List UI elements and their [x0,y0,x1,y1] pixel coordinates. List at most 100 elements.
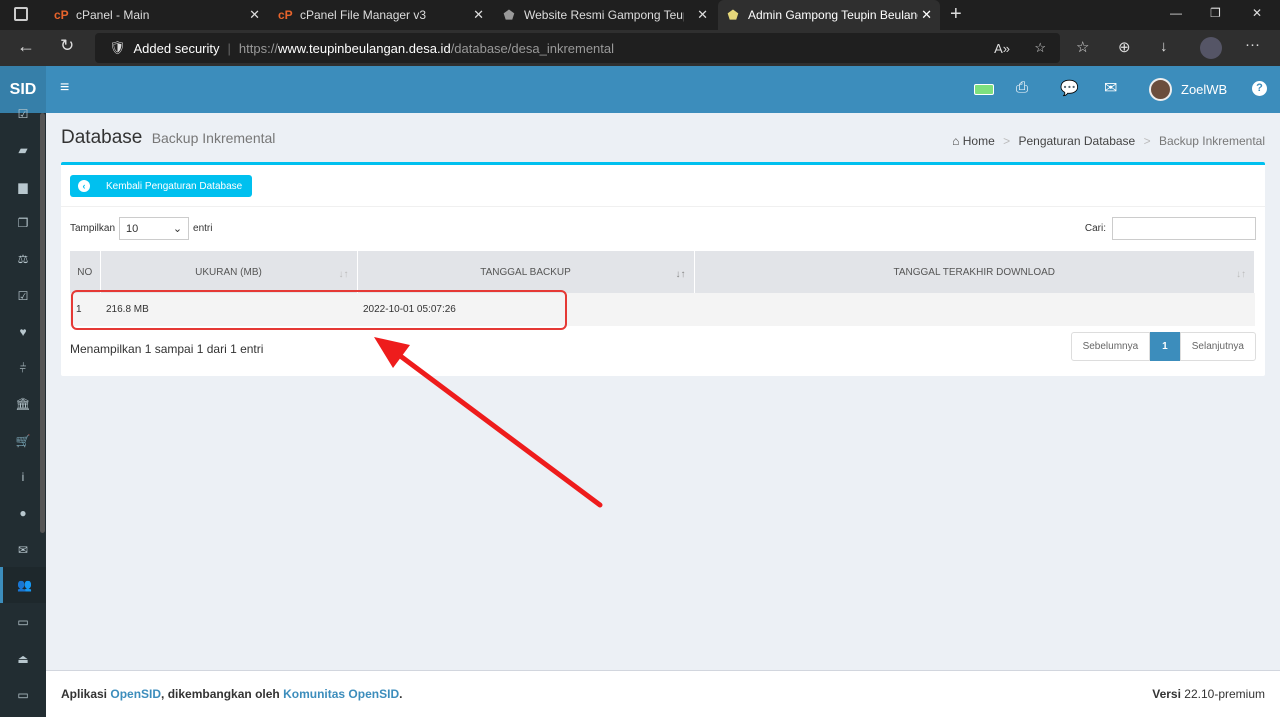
close-window-icon[interactable]: ✕ [1252,6,1262,20]
check-square-icon[interactable]: ☑ [0,286,46,306]
search-label: Cari: [1084,223,1106,234]
page-length-select[interactable]: 10 ⌄ [119,217,190,240]
prev-page-button[interactable]: Sebelumnya [1070,332,1151,361]
community-link[interactable]: Komunitas OpenSID [283,687,399,701]
tab-cpanel-main[interactable]: cP cPanel - Main ✕ [46,0,268,30]
menu-toggle-icon[interactable]: ≡ [60,79,69,97]
backup-box: ‹ Kembali Pengaturan Database Tampilkan … [61,162,1265,376]
archive-icon[interactable]: ▆ [0,177,46,197]
breadcrumb-database[interactable]: Pengaturan Database [1018,134,1135,148]
close-tab-icon[interactable]: ✕ [697,7,708,23]
profile-avatar[interactable] [1200,37,1222,59]
search-control: Cari: [1085,217,1256,240]
back-button-label: Kembali Pengaturan Database [106,180,243,192]
home-icon: ⌂ [952,134,960,148]
highlight-box [71,290,567,330]
address-bar-row: ← ↻ 🛡 Added security | https://www.teupi… [0,30,1280,66]
page-length-control: Tampilkan 10 ⌄ entri [70,217,212,240]
mail-icon[interactable]: ✉ [1104,78,1117,98]
back-icon[interactable]: ← [17,36,35,57]
balance-scale-icon[interactable]: ⚖ [0,249,46,269]
page-subtitle: Backup Inkremental [151,130,276,146]
cpanel-icon: cP [54,8,69,22]
browser-tab-bar: cP cPanel - Main ✕ cP cPanel File Manager v… [0,0,1280,30]
sort-icon: ↓↑ [338,269,349,280]
collections-icon[interactable]: ⊕ [1118,38,1131,56]
comment-icon[interactable]: 💬 [1060,79,1079,97]
envelope-icon[interactable]: ✉ [0,540,46,560]
url-domain: www.teupinbeulangan.desa.id [277,40,451,56]
column-label: TANGGAL BACKUP [480,266,571,278]
chevron-down-icon: ⌄ [172,223,183,235]
shield-icon: 🛡 [109,40,126,55]
tab-website-resmi[interactable]: ⬟ Website Resmi Gampong Teupin ✕ [494,0,716,30]
breadcrumb: ⌂ Home > Pengaturan Database > Backup In… [952,134,1265,148]
new-tab-icon[interactable]: + [950,3,962,26]
book-icon[interactable]: ▰ [0,140,46,160]
copy-icon[interactable]: ❐ [0,213,46,233]
entries-label: entri [193,223,213,234]
breadcrumb-home[interactable]: Home [963,134,995,148]
close-tab-icon[interactable]: ✕ [473,7,484,23]
globe-icon[interactable]: ● [0,503,46,523]
cart-icon[interactable]: 🛒 [0,431,46,451]
tab-label: cPanel - Main [76,8,150,22]
page-title: Database [61,127,143,148]
show-label: Tampilkan [70,223,116,234]
help-icon[interactable]: ? [1252,81,1267,96]
table-info: Menampilkan 1 sampai 1 dari 1 entri [70,342,264,356]
favorites-icon[interactable]: ☆ [1076,38,1089,56]
version: Versi 22.10-premium [1152,687,1265,701]
user-name[interactable]: ZoelWB [1181,82,1227,97]
sidebar: ☑ ▰ ▆ ❐ ⚖ ☑ ♥ ⫩ 🏛 🛒 i ● ✉ 👥 ▭ ⏏ ▭ [0,107,46,717]
battery-icon[interactable] [974,84,994,95]
inbox-icon[interactable]: ⏏ [0,649,46,669]
refresh-icon[interactable]: ↻ [60,36,74,56]
next-page-button[interactable]: Selanjutnya [1179,332,1256,361]
security-label: Added security [133,40,220,56]
page-1-button[interactable]: 1 [1150,332,1180,361]
url-text: https://www.teupinbeulangan.desa.id/data… [239,41,614,56]
favorite-add-icon[interactable]: ☆ [1034,40,1046,56]
column-last-download[interactable]: TANGGAL TERAKHIR DOWNLOAD ↓↑ [694,251,1255,293]
cpanel-icon: cP [278,8,293,22]
cell-last-download [694,293,1255,326]
tab-cpanel-file-manager[interactable]: cP cPanel File Manager v3 ✕ [270,0,492,30]
desktop-icon[interactable]: ▭ [0,612,46,632]
site-favicon: ⬟ [503,8,515,22]
footer-credit: Aplikasi OpenSID, dikembangkan oleh Komu… [61,687,402,701]
close-tab-icon[interactable]: ✕ [249,7,260,23]
column-no[interactable]: NO [70,251,101,293]
minimize-icon[interactable]: — [1170,6,1182,20]
breadcrumb-separator: > [1143,134,1151,148]
back-to-database-button[interactable]: ‹ Kembali Pengaturan Database [70,175,253,197]
column-size[interactable]: UKURAN (MB) ↓↑ [100,251,358,293]
opensid-link[interactable]: OpenSID [110,687,161,701]
version-value: 22.10-premium [1184,687,1265,701]
tab-admin-gampong[interactable]: ⬟ Admin Gampong Teupin Beulang ✕ [718,0,940,30]
tab-actions-icon[interactable] [14,7,28,21]
close-tab-icon[interactable]: ✕ [921,7,932,23]
sort-desc-icon: ↓↑ [675,269,686,280]
user-avatar[interactable] [1149,78,1172,101]
more-icon[interactable]: ··· [1245,36,1260,53]
search-input[interactable] [1112,217,1256,240]
page-length-value: 10 [126,222,139,235]
url-bar[interactable]: 🛡 Added security | https://www.teupinbeu… [95,33,1060,63]
heart-icon[interactable]: ♥ [0,322,46,342]
users-icon[interactable]: 👥 [0,566,46,603]
column-label: NO [77,266,93,278]
restore-icon[interactable]: ❐ [1210,6,1221,20]
bank-icon[interactable]: 🏛 [0,394,46,414]
info-icon[interactable]: i [0,467,46,487]
column-backup-date[interactable]: TANGGAL BACKUP ↓↑ [357,251,695,293]
divider [61,206,1265,207]
download-icon[interactable]: ↓ [1160,38,1168,55]
read-aloud-icon[interactable]: A» [994,41,1010,56]
monitor-icon[interactable]: ▭ [0,685,46,705]
footer-app-label: Aplikasi [61,687,108,701]
tab-label: Admin Gampong Teupin Beulang [748,8,918,22]
signpost-icon[interactable]: ⫩ [0,358,46,378]
checkbox-icon[interactable]: ☑ [0,104,46,124]
print-icon[interactable]: ⎙ [1016,79,1028,96]
